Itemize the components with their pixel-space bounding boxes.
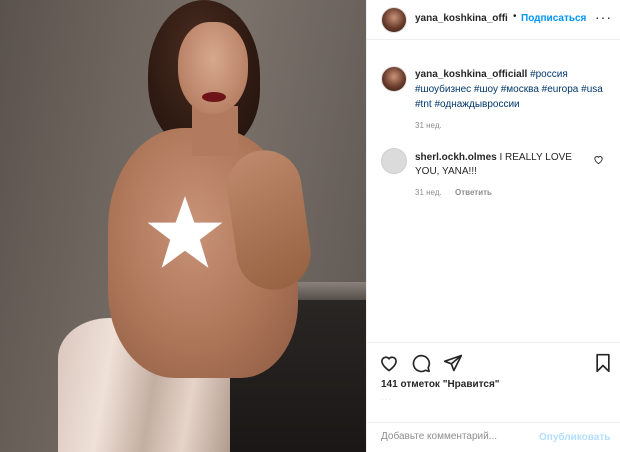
hashtag[interactable]: #europa: [542, 84, 579, 95]
hashtag[interactable]: #шоу: [474, 84, 498, 95]
comment-timestamp: 31 нед.: [415, 188, 442, 197]
likes-count[interactable]: 141 отметок "Нравится": [381, 379, 500, 390]
comment: sherl.ockh.olmes I REALLY LOVE YOU, YANA…: [415, 151, 595, 179]
caption-timestamp[interactable]: 31 нед.: [415, 121, 442, 130]
comment-input[interactable]: [381, 431, 531, 442]
publish-button[interactable]: Опубликовать: [539, 432, 610, 443]
caption-avatar[interactable]: [381, 66, 407, 92]
hashtag[interactable]: #однаждывроссии: [434, 99, 519, 110]
star-censor-icon: [147, 196, 223, 268]
hashtag[interactable]: #москва: [501, 84, 539, 95]
header-username[interactable]: yana_koshkina_offi: [415, 13, 508, 24]
faint-dots: · · ·: [381, 397, 391, 403]
separator-dot: •: [513, 11, 517, 22]
post-side-panel: yana_koshkina_offi • Подписаться ··· yan…: [366, 0, 620, 452]
hashtag[interactable]: #tnt: [415, 99, 432, 110]
hashtag[interactable]: #usa: [581, 84, 603, 95]
post-caption: yana_koshkina_officiall #россия #шоубизн…: [415, 67, 611, 112]
caption-username[interactable]: yana_koshkina_officiall: [415, 69, 527, 80]
hashtag[interactable]: #россия: [530, 69, 568, 80]
action-bar: 141 отметок "Нравится" · · ·: [367, 342, 620, 432]
more-dots-icon[interactable]: ···: [595, 9, 612, 25]
add-comment-bar: Опубликовать: [367, 422, 620, 452]
commenter-avatar[interactable]: [381, 148, 407, 174]
avatar[interactable]: [381, 7, 407, 33]
share-paper-plane-icon[interactable]: [443, 353, 463, 373]
instagram-post: yana_koshkina_offi • Подписаться ··· yan…: [0, 0, 620, 452]
bookmark-icon[interactable]: [593, 353, 613, 373]
lips: [202, 92, 226, 102]
heart-icon[interactable]: [379, 353, 399, 373]
follow-button[interactable]: Подписаться: [521, 13, 586, 24]
comment-bubble-icon[interactable]: [411, 353, 431, 373]
post-header: yana_koshkina_offi • Подписаться ···: [367, 0, 620, 40]
post-photo[interactable]: [0, 0, 366, 452]
comment-username[interactable]: sherl.ockh.olmes: [415, 152, 497, 163]
comment-heart-icon[interactable]: [593, 154, 604, 165]
hashtag[interactable]: #шоубизнес: [415, 84, 471, 95]
reply-button[interactable]: Ответить: [455, 188, 492, 197]
